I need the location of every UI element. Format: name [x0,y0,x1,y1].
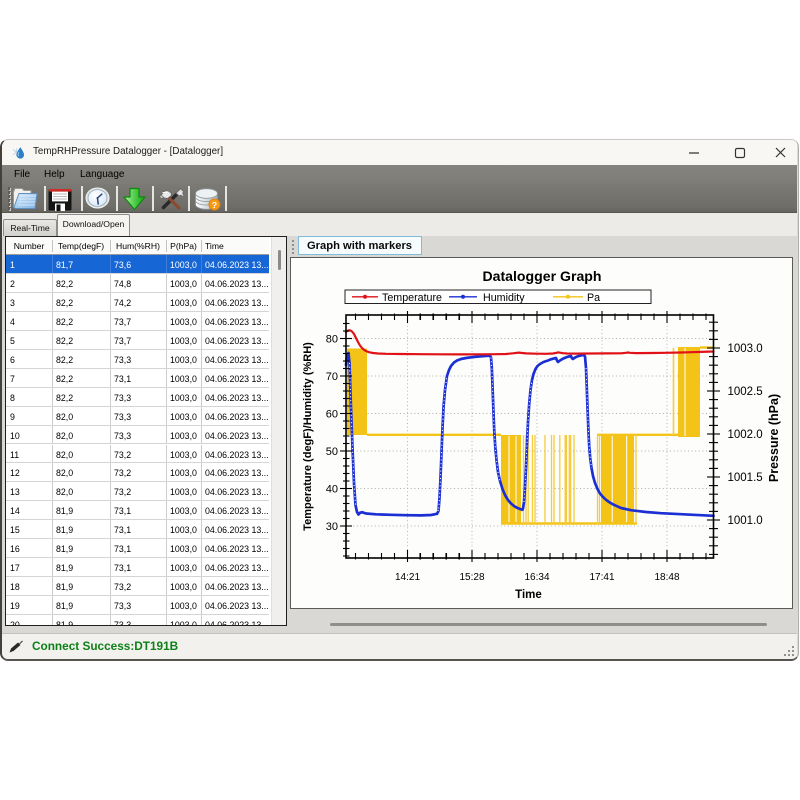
svg-text:15:28: 15:28 [459,572,484,583]
svg-text:50: 50 [326,446,338,458]
svg-text:Pa: Pa [587,292,600,304]
svg-text:14:21: 14:21 [395,572,420,583]
svg-text:16:34: 16:34 [524,572,549,583]
svg-text:?: ? [211,200,216,210]
svg-text:1001.0: 1001.0 [728,515,763,527]
svg-text:Temperature (degF)/Humidity (%: Temperature (degF)/Humidity (%RH) [302,342,314,531]
svg-text:40: 40 [326,484,338,496]
svg-text:Humidity: Humidity [483,292,525,304]
svg-text:80: 80 [326,334,338,346]
svg-text:60: 60 [326,409,338,421]
svg-text:Datalogger Graph: Datalogger Graph [482,268,601,284]
svg-text:30: 30 [326,521,338,533]
svg-text:1001.5: 1001.5 [728,472,763,484]
svg-text:1003.0: 1003.0 [728,343,763,355]
svg-text:1002.0: 1002.0 [728,429,763,441]
svg-text:17:41: 17:41 [589,572,614,583]
svg-text:1002.5: 1002.5 [728,386,763,398]
svg-text:Temperature: Temperature [382,292,442,304]
svg-text:70: 70 [326,371,338,383]
svg-text:Time: Time [515,589,542,601]
svg-text:Pressure (hPa): Pressure (hPa) [767,394,781,482]
svg-text:18:48: 18:48 [654,572,679,583]
